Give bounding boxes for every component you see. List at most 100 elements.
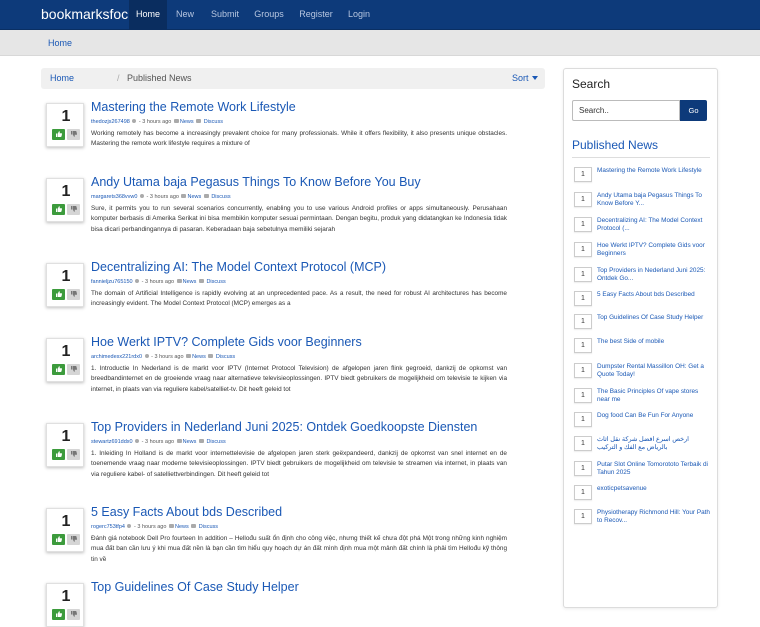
post-category-link[interactable]: News	[175, 524, 189, 530]
brand-logo-text[interactable]: bookmarksfocus	[41, 0, 143, 30]
vote-box: 1	[46, 263, 84, 307]
published-news-heading[interactable]: Published News	[572, 138, 658, 152]
post-time: - 3 hours ago	[151, 354, 184, 360]
downvote-button[interactable]	[67, 204, 80, 215]
thumbs-down-icon	[71, 451, 77, 457]
news-item-link[interactable]: ارخص اسرع افضل شركة نقل اثاث بالرياض مع …	[597, 436, 710, 452]
sub-navbar: Home	[0, 30, 760, 56]
upvote-button[interactable]	[52, 449, 65, 460]
news-vote-count: 1	[574, 436, 592, 451]
post-author-link[interactable]: archimedesx221rdx0	[91, 354, 142, 360]
upvote-button[interactable]	[52, 289, 65, 300]
vote-count: 1	[61, 183, 71, 200]
nav-groups[interactable]: Groups	[251, 0, 287, 30]
downvote-button[interactable]	[67, 364, 80, 375]
news-item-link[interactable]: Physiotherapy Richmond Hill: Your Path t…	[597, 509, 710, 525]
news-item-link[interactable]: The best Side of mobile	[597, 338, 710, 346]
news-item-link[interactable]: 5 Easy Facts About bds Described	[597, 291, 710, 299]
post-discuss-link[interactable]: Discuss	[206, 279, 225, 285]
post-title-link[interactable]: Decentralizing AI: The Model Context Pro…	[91, 260, 386, 274]
post-author-link[interactable]: margarets368vvw0	[91, 194, 137, 200]
post-category-link[interactable]: News	[187, 194, 201, 200]
news-item-link[interactable]: Hoe Werkt IPTV? Complete Gids voor Begin…	[597, 242, 710, 258]
post-title-link[interactable]: Hoe Werkt IPTV? Complete Gids voor Begin…	[91, 335, 362, 349]
clock-icon	[132, 119, 137, 123]
upvote-button[interactable]	[52, 364, 65, 375]
news-vote-count: 1	[574, 242, 592, 257]
vote-count: 1	[61, 268, 71, 285]
news-item-link[interactable]: Top Providers in Nederland Juni 2025: On…	[597, 267, 710, 283]
upvote-button[interactable]	[52, 609, 65, 620]
post-author-link[interactable]: stewartz691ddx0	[91, 439, 133, 445]
post-title-link[interactable]: Mastering the Remote Work Lifestyle	[91, 100, 296, 114]
clock-icon	[127, 524, 132, 528]
nav-register[interactable]: Register	[296, 0, 336, 30]
nav-submit[interactable]: Submit	[206, 0, 244, 30]
upvote-button[interactable]	[52, 204, 65, 215]
caret-down-icon	[531, 76, 538, 80]
news-item-link[interactable]: Mastering the Remote Work Lifestyle	[597, 167, 710, 175]
nav-login[interactable]: Login	[343, 0, 375, 30]
post-author-link[interactable]: fannieljzu765150	[91, 279, 133, 285]
subnav-home-link[interactable]: Home	[48, 30, 72, 56]
news-item-link[interactable]: Dog food Can Be Fun For Anyone	[597, 412, 710, 420]
news-item-link[interactable]: Top Guidelines Of Case Study Helper	[597, 314, 710, 322]
post-category-link[interactable]: News	[192, 354, 206, 360]
search-go-button[interactable]: Go	[680, 100, 707, 121]
post-title-link[interactable]: Top Providers in Nederland Juni 2025: On…	[91, 420, 477, 434]
news-vote-count: 1	[574, 338, 592, 353]
downvote-button[interactable]	[67, 534, 80, 545]
downvote-button[interactable]	[67, 129, 80, 140]
upvote-button[interactable]	[52, 534, 65, 545]
post-discuss-link[interactable]: Discuss	[211, 194, 230, 200]
post-title-link[interactable]: 5 Easy Facts About bds Described	[91, 505, 282, 519]
post-discuss-link[interactable]: Discuss	[206, 439, 225, 445]
news-item-link[interactable]: Decentralizing AI: The Model Context Pro…	[597, 217, 710, 233]
post-title-link[interactable]: Top Guidelines Of Case Study Helper	[91, 580, 299, 594]
post-category-link[interactable]: News	[180, 119, 194, 125]
news-item-link[interactable]: The Basic Principles Of vape stores near…	[597, 388, 710, 404]
sort-dropdown[interactable]: Sort	[512, 68, 538, 89]
post-time: - 3 hours ago	[134, 524, 167, 530]
nav-home[interactable]: Home	[129, 0, 167, 30]
breadcrumb: Home / Published News Sort	[41, 68, 545, 89]
upvote-button[interactable]	[52, 129, 65, 140]
post-meta: archimedesx221rdx0 - 3 hours ago News Di…	[91, 354, 235, 360]
post-category-link[interactable]: News	[183, 279, 197, 285]
post-description: Đánh giá notebook Dell Pro fourteen In a…	[91, 535, 507, 563]
nav-new[interactable]: New	[170, 0, 200, 30]
news-item-link[interactable]: exoticpetsavenue	[597, 485, 710, 493]
thumbs-up-icon	[56, 291, 62, 297]
clock-icon	[140, 194, 144, 198]
news-vote-count: 1	[574, 388, 592, 403]
post-description: 1. Introductie In Nederland is de markt …	[91, 365, 507, 393]
news-item-link[interactable]: Putar Slot Online Tomorototo Terbaik di …	[597, 461, 710, 477]
comment-icon	[198, 439, 204, 443]
post-time: - 3 hours ago	[141, 279, 175, 285]
post-meta: thedozjs267498 - 3 hours ago News Discus…	[91, 119, 223, 125]
vote-count: 1	[61, 513, 71, 530]
downvote-button[interactable]	[67, 449, 80, 460]
post-description: Sure, it permits you to run several scen…	[91, 205, 507, 233]
clock-icon	[135, 279, 140, 283]
thumbs-up-icon	[56, 611, 62, 617]
search-input[interactable]: Search..	[572, 100, 680, 121]
post-category-link[interactable]: News	[183, 439, 197, 445]
post-discuss-link[interactable]: Discuss	[199, 524, 218, 530]
post-meta: rogerc753tfp4 - 3 hours ago News Discuss	[91, 524, 218, 530]
post-discuss-link[interactable]: Discuss	[204, 119, 223, 125]
post-title-link[interactable]: Andy Utama baja Pegasus Things To Know B…	[91, 175, 421, 189]
search-heading: Search	[572, 77, 611, 91]
vote-count: 1	[61, 588, 71, 605]
news-vote-count: 1	[574, 485, 592, 500]
downvote-button[interactable]	[67, 289, 80, 300]
post-author-link[interactable]: rogerc753tfp4	[91, 524, 125, 530]
breadcrumb-home-link[interactable]: Home	[50, 68, 74, 89]
news-item-link[interactable]: Andy Utama baja Pegasus Things To Know B…	[597, 192, 710, 208]
post-time: - 3 hours ago	[141, 439, 175, 445]
post-discuss-link[interactable]: Discuss	[216, 354, 235, 360]
post-author-link[interactable]: thedozjs267498	[91, 119, 130, 125]
downvote-button[interactable]	[67, 609, 80, 620]
news-vote-count: 1	[574, 461, 592, 476]
news-item-link[interactable]: Dumpster Rental Massillon OH: Get a Quot…	[597, 363, 710, 379]
